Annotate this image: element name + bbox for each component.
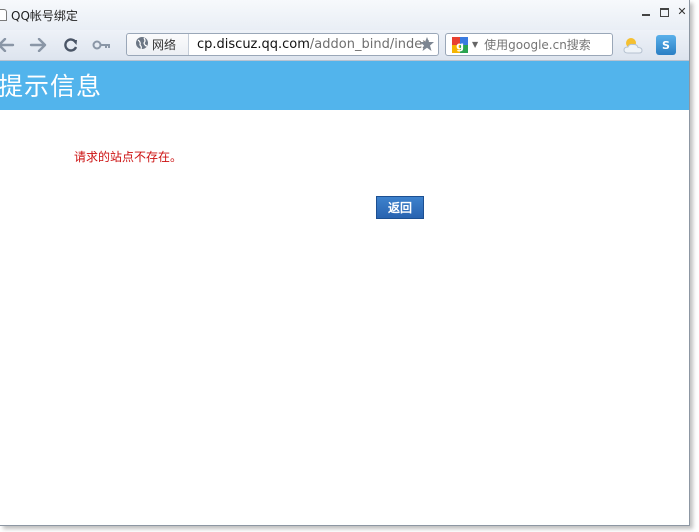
close-icon[interactable]: ✕ xyxy=(676,6,688,18)
minimize-icon[interactable] xyxy=(640,6,652,18)
window-title: QQ帐号绑定 xyxy=(11,8,78,23)
forward-icon[interactable] xyxy=(28,35,48,55)
svg-text:g: g xyxy=(456,39,464,52)
search-input[interactable] xyxy=(484,37,605,52)
globe-icon xyxy=(135,35,149,54)
header-bar: 提示信息 xyxy=(0,61,689,110)
url-domain: cp.discuz.qq.com xyxy=(197,37,310,52)
address-bar[interactable]: 网络 cp.discuz.qq.com/addon_bind/index xyxy=(126,33,439,56)
browser-toolbar: 网络 cp.discuz.qq.com/addon_bind/index g ▼… xyxy=(0,30,689,61)
store-icon[interactable]: S xyxy=(656,35,676,55)
search-bar[interactable]: g ▼ xyxy=(445,33,613,56)
chevron-down-icon[interactable]: ▼ xyxy=(472,40,478,49)
page-icon xyxy=(0,9,7,21)
star-icon[interactable] xyxy=(419,36,435,52)
page-title: 提示信息 xyxy=(0,72,103,101)
network-button[interactable]: 网络 xyxy=(127,34,189,55)
network-label: 网络 xyxy=(152,38,177,52)
url-path: /addon_bind/index xyxy=(309,37,430,52)
maximize-icon[interactable] xyxy=(658,6,670,18)
weather-icon[interactable] xyxy=(622,34,644,56)
back-icon[interactable] xyxy=(0,35,16,55)
browser-window: QQ帐号绑定 ✕ 网络 cp.discuz.qq.com/addon_bind/… xyxy=(0,0,690,526)
url-text[interactable]: cp.discuz.qq.com/addon_bind/index xyxy=(197,37,430,52)
window-controls: ✕ xyxy=(640,6,688,18)
error-message: 请求的站点不存在。 xyxy=(74,150,183,164)
title-bar: QQ帐号绑定 ✕ xyxy=(0,0,689,30)
return-button[interactable]: 返回 xyxy=(376,196,424,219)
google-icon[interactable]: g xyxy=(448,34,472,55)
page-content: 提示信息 请求的站点不存在。 返回 xyxy=(0,61,689,525)
reload-icon[interactable] xyxy=(61,35,81,55)
key-icon[interactable] xyxy=(92,35,112,55)
